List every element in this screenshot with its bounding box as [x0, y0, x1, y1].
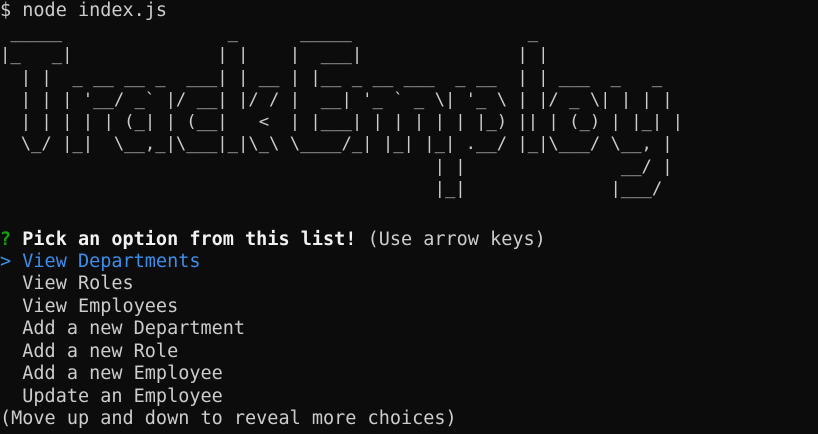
prompt-hint: (Use arrow keys): [367, 229, 546, 250]
menu-option-add-employee[interactable]: Add a new Employee: [0, 363, 223, 385]
menu-option-label: Add a new Role: [22, 341, 179, 362]
ascii-banner: _____ _ _____ _ |_ _| | | | ___| | | | |…: [0, 23, 683, 200]
question-mark-icon: ?: [0, 229, 12, 250]
menu-option-update-employee[interactable]: Update an Employee: [0, 386, 223, 408]
prompt-question: Pick an option from this list!: [22, 229, 357, 250]
menu-option-label: View Departments: [22, 251, 201, 272]
prompt-question-line: ? Pick an option from this list! (Use ar…: [0, 229, 546, 251]
menu-option-label: View Roles: [22, 273, 134, 294]
command-line: $ node index.js: [0, 0, 167, 22]
menu-option-view-departments[interactable]: > View Departments: [0, 251, 201, 273]
terminal-window[interactable]: $ node index.js _____ _ _____ _ |_ _| | …: [0, 0, 818, 434]
selection-pointer-icon: >: [0, 251, 12, 272]
menu-option-label: Update an Employee: [22, 386, 223, 407]
menu-option-view-roles[interactable]: View Roles: [0, 273, 134, 295]
menu-option-label: View Employees: [22, 296, 179, 317]
shell-prompt-symbol: $: [0, 0, 12, 21]
menu-option-add-department[interactable]: Add a new Department: [0, 318, 245, 340]
menu-option-add-role[interactable]: Add a new Role: [0, 341, 178, 363]
menu-option-label: Add a new Employee: [22, 363, 223, 384]
menu-option-label: Add a new Department: [22, 318, 246, 339]
command-text: node index.js: [22, 0, 168, 21]
menu-footer-hint: (Move up and down to reveal more choices…: [0, 408, 457, 429]
menu-option-view-employees[interactable]: View Employees: [0, 296, 178, 318]
